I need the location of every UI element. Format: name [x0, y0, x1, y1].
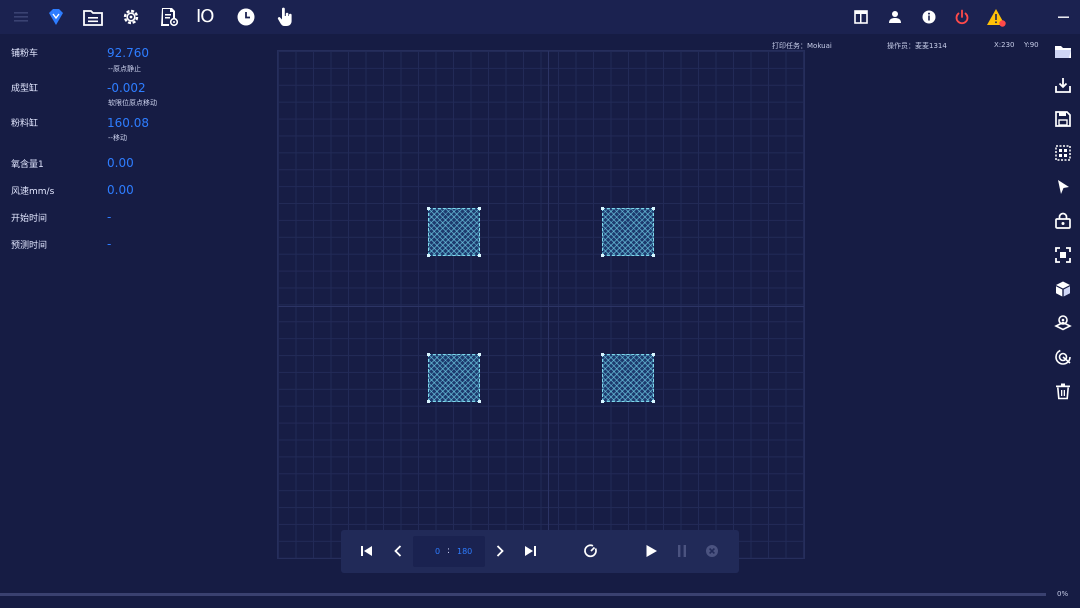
- reset-icon[interactable]: [583, 543, 599, 559]
- pause-button[interactable]: [674, 543, 690, 559]
- open-folder-icon[interactable]: [1054, 42, 1072, 60]
- layer-indicator[interactable]: 0 : 180: [413, 536, 485, 567]
- part-bottom-left[interactable]: [427, 353, 481, 403]
- clock-icon[interactable]: [235, 6, 257, 28]
- user-icon[interactable]: [884, 6, 906, 28]
- top-toolbar: IO: [0, 0, 1080, 34]
- current-layer: 0: [435, 547, 441, 556]
- gear-icon[interactable]: [120, 6, 142, 28]
- menu-icon[interactable]: [10, 6, 32, 28]
- wind-speed-label: 风速mm/s: [11, 187, 55, 197]
- document-settings-icon[interactable]: [158, 6, 180, 28]
- coordinate-y: Y:90: [1024, 41, 1039, 49]
- part-top-left[interactable]: [427, 207, 481, 257]
- fit-view-icon[interactable]: [1054, 246, 1072, 264]
- minimize-icon[interactable]: [1052, 6, 1074, 28]
- play-button[interactable]: [643, 543, 659, 559]
- layer-player: 0 : 180: [341, 530, 739, 573]
- folder-list-icon[interactable]: [82, 6, 104, 28]
- gem-icon[interactable]: [45, 6, 67, 28]
- recoater-state: --原点静止: [108, 65, 142, 73]
- oxygen-value: 0.00: [107, 156, 134, 170]
- coordinate-x: X:230: [994, 41, 1015, 49]
- stop-button[interactable]: [704, 543, 720, 559]
- build-cylinder-state: 软限位原点移动: [108, 99, 157, 107]
- center-line-vertical: [548, 51, 549, 558]
- build-cylinder-label: 成型缸: [11, 84, 39, 94]
- info-icon[interactable]: [918, 6, 940, 28]
- eta-value: -: [107, 237, 112, 251]
- powder-cylinder-value: 160.08: [107, 116, 149, 130]
- oxygen-label: 氧含量1: [11, 160, 44, 170]
- power-icon[interactable]: [951, 6, 973, 28]
- center-line-horizontal: [278, 306, 804, 307]
- powder-cylinder-state: --移动: [108, 134, 128, 142]
- first-layer-button[interactable]: [359, 543, 375, 559]
- warning-icon[interactable]: [985, 6, 1007, 28]
- start-time-label: 开始时间: [11, 214, 48, 224]
- io-icon[interactable]: IO: [196, 6, 220, 28]
- layout-icon[interactable]: [850, 6, 872, 28]
- recoater-value: 92.760: [107, 46, 149, 60]
- eta-label: 预测时间: [11, 241, 48, 251]
- save-icon[interactable]: [1054, 110, 1072, 128]
- powder-cylinder-label: 粉料缸: [11, 119, 39, 129]
- wind-speed-value: 0.00: [107, 183, 134, 197]
- layer-separator: :: [447, 546, 451, 556]
- layers-support-icon[interactable]: [1054, 314, 1072, 332]
- recoater-label: 铺粉车: [11, 49, 39, 59]
- cube-icon[interactable]: [1054, 280, 1072, 298]
- lock-icon[interactable]: [1054, 212, 1072, 230]
- right-toolbar: [1046, 34, 1080, 589]
- next-layer-button[interactable]: [492, 543, 508, 559]
- hand-pointer-icon[interactable]: [274, 6, 296, 28]
- prev-layer-button[interactable]: [390, 543, 406, 559]
- start-time-value: -: [107, 210, 112, 224]
- io-label: IO: [196, 6, 214, 27]
- build-plate-canvas[interactable]: [277, 50, 805, 559]
- import-icon[interactable]: [1054, 76, 1072, 94]
- total-layers: 180: [457, 547, 473, 556]
- trash-icon[interactable]: [1054, 382, 1072, 400]
- build-cylinder-value: -0.002: [107, 81, 146, 95]
- print-progress-bar: [0, 593, 1046, 596]
- select-region-icon[interactable]: [1054, 144, 1072, 162]
- last-layer-button[interactable]: [522, 543, 538, 559]
- part-bottom-right[interactable]: [601, 353, 655, 403]
- print-progress-label: 0%: [1057, 590, 1069, 598]
- operator: 操作员：麦麦1314: [887, 42, 947, 50]
- pointer-icon[interactable]: [1054, 178, 1072, 196]
- scan-icon[interactable]: [1054, 348, 1072, 366]
- part-top-right[interactable]: [601, 207, 655, 257]
